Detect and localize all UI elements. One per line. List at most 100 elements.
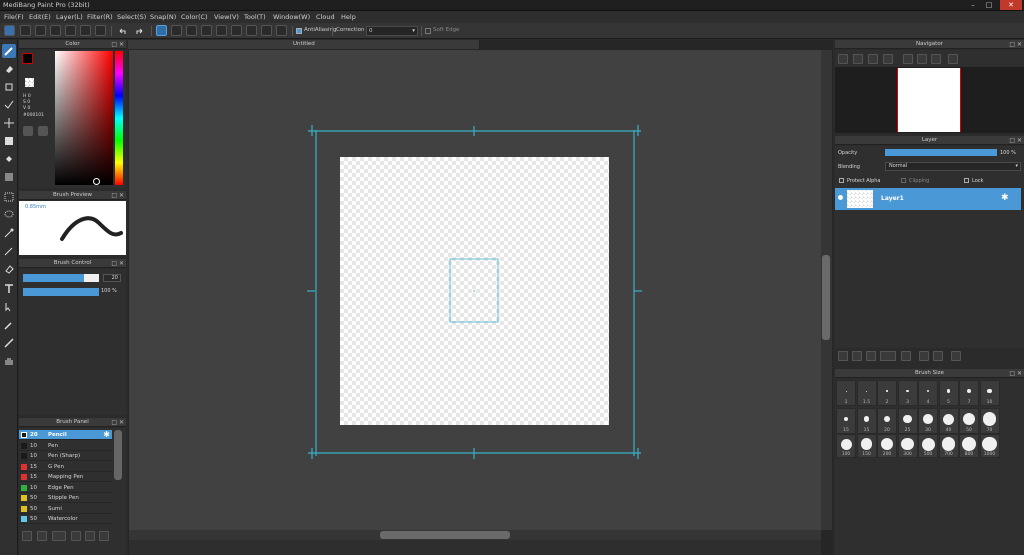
parallel-snap-icon[interactable] (171, 25, 182, 36)
cloud-icon[interactable] (4, 25, 15, 36)
horizontal-scroll-thumb[interactable] (380, 531, 510, 539)
rotate-left-icon[interactable] (903, 54, 913, 64)
brush-size-value[interactable]: 20 (103, 274, 121, 282)
lock-checkbox[interactable] (964, 178, 969, 183)
brush-size-cell[interactable]: 1.5 (856, 380, 877, 406)
brush-size-cell[interactable]: 500 (918, 434, 938, 458)
brush-size-slider[interactable] (23, 274, 99, 282)
duplicate-layer-icon[interactable] (919, 351, 929, 361)
new-file-icon[interactable] (20, 25, 31, 36)
brush-item-pencil[interactable]: 20 Pencil ✱ (19, 430, 112, 440)
save-icon[interactable] (65, 25, 76, 36)
lasso-tool-icon[interactable] (2, 208, 16, 222)
eraser-tool-icon[interactable] (2, 62, 16, 76)
brush-size-cell[interactable]: 1000 (979, 434, 1000, 458)
new-halftone-layer-icon[interactable] (852, 351, 862, 361)
brush-size-cell[interactable]: 1 (836, 380, 856, 406)
brush-item-pen[interactable]: 10 Pen (19, 441, 112, 451)
foreground-color-swatch[interactable] (22, 53, 33, 64)
layer-row[interactable]: Layer1 ✱ (835, 188, 1021, 210)
brush-item-stipple-pen[interactable]: 50 Stipple Pen (19, 493, 112, 503)
copy-brush-icon[interactable] (71, 531, 81, 541)
gear-icon[interactable]: ✱ (1001, 193, 1009, 203)
brush-size-cell[interactable]: 30 (918, 408, 938, 434)
material-icon[interactable] (95, 25, 106, 36)
add-brush-icon[interactable] (22, 531, 32, 541)
shape-tool-icon[interactable] (2, 134, 16, 148)
open-icon[interactable] (50, 25, 61, 36)
brush-size-cell[interactable]: 2 (877, 380, 897, 406)
undo-icon[interactable] (116, 25, 127, 36)
menu-help[interactable]: Help (341, 13, 356, 21)
brush-item-sumi[interactable]: 50 Sumi (19, 504, 112, 514)
menu-select[interactable]: Select(S) (117, 13, 146, 21)
brush-size-cell[interactable]: 200 (877, 434, 897, 458)
correction-select[interactable]: 0 ▾ (366, 26, 418, 36)
rotate-right-icon[interactable] (931, 54, 941, 64)
brush-item-mapping-pen[interactable]: 15 Mapping Pen (19, 472, 112, 482)
delete-layer-icon[interactable] (951, 351, 961, 361)
grid-snap-icon[interactable] (186, 25, 197, 36)
delete-brush-icon[interactable] (99, 531, 109, 541)
minimize-button[interactable]: – (966, 0, 980, 10)
protect-alpha-checkbox[interactable] (839, 178, 844, 183)
blending-select[interactable]: Normal ▾ (885, 162, 1021, 171)
select-eraser-tool-icon[interactable] (2, 262, 16, 276)
zoom-out-icon[interactable] (853, 54, 863, 64)
move-tool-icon[interactable] (2, 116, 16, 130)
snap-settings-icon[interactable] (276, 25, 287, 36)
reset-rotation-icon[interactable] (917, 54, 927, 64)
new-brush-icon[interactable] (37, 531, 47, 541)
navigator-preview[interactable] (835, 67, 1024, 133)
hand-tool-icon[interactable] (2, 354, 16, 368)
color-settings-icon[interactable] (38, 126, 48, 136)
selection-off-icon[interactable] (156, 25, 167, 36)
magic-wand-tool-icon[interactable] (2, 226, 16, 240)
brush-size-cell[interactable]: 40 (938, 408, 959, 434)
menu-file[interactable]: File(F) (4, 13, 24, 21)
brush-item-watercolor[interactable]: 50 Watercolor (19, 514, 112, 524)
layer-opacity-slider[interactable] (885, 149, 997, 156)
menu-color[interactable]: Color(C) (181, 13, 208, 21)
close-icon[interactable]: □ ✕ (111, 40, 124, 49)
brush-size-cell[interactable]: 150 (856, 434, 877, 458)
gradient-tool-icon[interactable] (2, 170, 16, 184)
brush-size-cell[interactable]: 800 (959, 434, 979, 458)
flip-icon[interactable] (948, 54, 958, 64)
close-icon[interactable]: □ ✕ (111, 259, 124, 268)
vanishing-snap-icon[interactable] (201, 25, 212, 36)
fill-tool-icon[interactable] (2, 152, 16, 166)
brush-size-cell[interactable]: 3 (897, 380, 918, 406)
circle-snap-icon[interactable] (246, 25, 257, 36)
brush-opacity-slider[interactable] (23, 288, 99, 296)
palette-icon[interactable] (23, 126, 33, 136)
brush-size-cell[interactable]: 10 (979, 380, 1000, 406)
select-tool-icon[interactable] (2, 190, 16, 204)
close-icon[interactable]: □ ✕ (1009, 136, 1022, 145)
menu-snap[interactable]: Snap(N) (150, 13, 176, 21)
document-tab[interactable]: Untitled (128, 40, 480, 49)
close-icon[interactable]: □ ✕ (111, 418, 124, 427)
add-layer-menu-icon[interactable] (880, 351, 896, 361)
zoom-in-icon[interactable] (838, 54, 848, 64)
menu-edit[interactable]: Edit(E) (29, 13, 51, 21)
close-icon[interactable]: □ ✕ (1009, 369, 1022, 378)
brush-tool-icon[interactable] (2, 44, 16, 58)
curve-snap-icon[interactable] (261, 25, 272, 36)
brush-size-cell[interactable]: 20 (877, 408, 897, 434)
divide-tool-icon[interactable] (2, 336, 16, 350)
brush-size-cell[interactable]: 100 (836, 434, 856, 458)
clipping-checkbox[interactable] (901, 178, 906, 183)
menu-view[interactable]: View(V) (214, 13, 239, 21)
menu-filter[interactable]: Filter(R) (87, 13, 113, 21)
close-icon[interactable]: □ ✕ (111, 191, 124, 200)
new-8bit-layer-icon[interactable] (866, 351, 876, 361)
menu-cloud[interactable]: Cloud (316, 13, 335, 21)
folder-brush-icon[interactable] (85, 531, 95, 541)
actual-size-icon[interactable] (883, 54, 893, 64)
export-icon[interactable] (80, 25, 91, 36)
brush-size-cell[interactable]: 300 (897, 434, 918, 458)
text-tool-icon[interactable] (2, 282, 16, 296)
concentric-snap-icon[interactable] (231, 25, 242, 36)
folder-icon[interactable] (901, 351, 911, 361)
